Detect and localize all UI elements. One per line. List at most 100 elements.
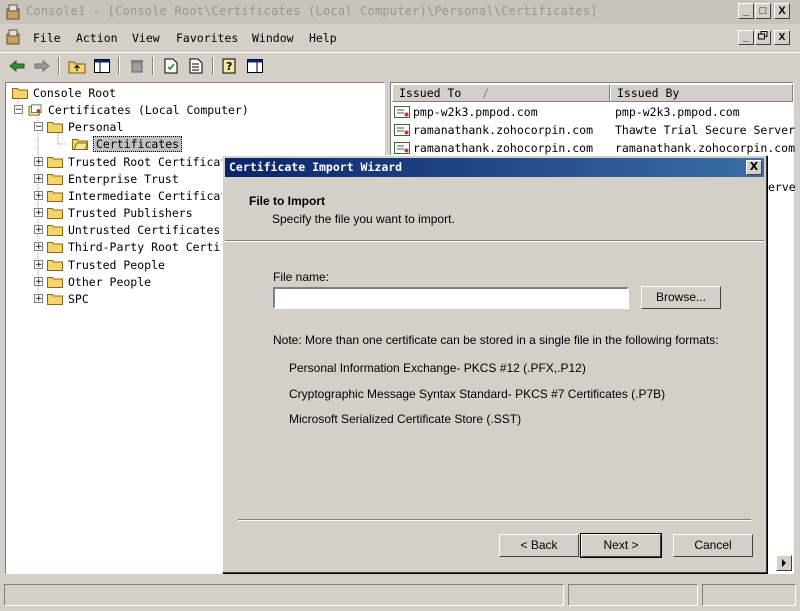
folder-icon bbox=[12, 87, 28, 99]
column-header-issued-by[interactable]: Issued By bbox=[610, 84, 793, 102]
tree-item-label: Trusted Root Certificat bbox=[68, 154, 228, 169]
toolbar-separator bbox=[118, 57, 120, 75]
certificate-icon bbox=[394, 124, 410, 136]
certificate-icon bbox=[394, 106, 410, 118]
mmc-app-icon[interactable] bbox=[4, 3, 22, 21]
scroll-right-arrow-icon bbox=[782, 559, 786, 567]
file-name-input[interactable] bbox=[273, 287, 629, 309]
truncated-issued-by-text: erve bbox=[768, 180, 796, 194]
expand-toggle[interactable]: + bbox=[34, 277, 43, 287]
toolbar-separator bbox=[152, 57, 154, 75]
tree-item-spc[interactable]: + SPC bbox=[34, 290, 89, 307]
expand-toggle[interactable]: + bbox=[34, 191, 43, 201]
folder-open-icon bbox=[47, 121, 63, 133]
sort-indicator: / bbox=[482, 86, 490, 100]
folder-icon bbox=[47, 190, 63, 202]
file-name-label: File name: bbox=[273, 270, 330, 284]
tree-item-certificates[interactable]: Certificates bbox=[72, 135, 183, 152]
certificates-snapin-icon bbox=[28, 103, 42, 116]
toolbar: ? bbox=[0, 52, 800, 79]
tree-item-label: Intermediate Certificat bbox=[68, 188, 228, 203]
expand-toggle[interactable]: + bbox=[34, 157, 43, 167]
folder-icon bbox=[47, 224, 63, 236]
minimize-button[interactable]: _ bbox=[738, 3, 754, 19]
status-cell bbox=[568, 584, 698, 606]
wizard-page-title: File to Import bbox=[249, 194, 325, 208]
tree-item-third-party-root[interactable]: + Third-Party Root Certif bbox=[34, 238, 227, 255]
expand-toggle[interactable]: + bbox=[34, 174, 43, 184]
show-tree-icon[interactable] bbox=[92, 56, 112, 76]
tree-item-untrusted[interactable]: + Untrusted Certificates bbox=[34, 221, 220, 238]
tree-item-label: Trusted Publishers bbox=[68, 205, 193, 220]
menu-action[interactable]: Action bbox=[76, 31, 118, 45]
console-icon[interactable] bbox=[4, 28, 22, 46]
folder-icon bbox=[47, 276, 63, 288]
certificate-icon bbox=[394, 142, 410, 154]
tree-item-other-people[interactable]: + Other People bbox=[34, 273, 151, 290]
tree-item-enterprise-trust[interactable]: + Enterprise Trust bbox=[34, 170, 179, 187]
tree-item-label: Console Root bbox=[33, 85, 117, 100]
collapse-toggle[interactable]: − bbox=[14, 105, 23, 115]
back-button[interactable]: < Back bbox=[499, 534, 579, 557]
tree-item-trusted-root[interactable]: + Trusted Root Certificat bbox=[34, 153, 227, 170]
toolbar-separator bbox=[58, 57, 60, 75]
tree-item-trusted-publishers[interactable]: + Trusted Publishers bbox=[34, 204, 193, 221]
dialog-close-button[interactable]: X bbox=[746, 160, 762, 175]
mdi-close-button[interactable]: X bbox=[774, 30, 790, 45]
up-folder-icon[interactable] bbox=[67, 56, 87, 76]
header-divider bbox=[225, 240, 764, 242]
close-button[interactable]: X bbox=[774, 3, 790, 19]
folder-icon bbox=[47, 293, 63, 305]
next-button[interactable]: Next > bbox=[580, 533, 662, 558]
help-icon[interactable]: ? bbox=[220, 56, 240, 76]
tree-item-label: Personal bbox=[68, 119, 124, 134]
action-pane-icon[interactable] bbox=[245, 56, 265, 76]
wizard-page-subtitle: Specify the file you want to import. bbox=[272, 212, 455, 226]
dialog-title-bar[interactable]: Certificate Import Wizard X bbox=[225, 158, 764, 177]
tree-item-label: Enterprise Trust bbox=[68, 171, 179, 186]
restore-icon bbox=[758, 31, 768, 40]
maximize-button[interactable]: □ bbox=[755, 3, 771, 19]
tree-item-trusted-people[interactable]: + Trusted People bbox=[34, 256, 165, 273]
folder-open-icon bbox=[72, 138, 88, 150]
collapse-toggle[interactable]: − bbox=[34, 122, 43, 132]
certificate-import-wizard-dialog: Certificate Import Wizard X File to Impo… bbox=[222, 155, 767, 573]
mdi-minimize-button[interactable]: _ bbox=[738, 30, 754, 45]
list-item[interactable]: ramanathank.zohocorpin.com bbox=[394, 121, 593, 139]
format-item: Cryptographic Message Syntax Standard- P… bbox=[289, 387, 666, 401]
scroll-right-button[interactable] bbox=[776, 555, 792, 571]
expand-toggle[interactable]: + bbox=[34, 208, 43, 218]
svg-text:?: ? bbox=[226, 60, 232, 73]
tree-item-intermediate[interactable]: + Intermediate Certificat bbox=[34, 187, 227, 204]
cancel-button[interactable]: Cancel bbox=[673, 534, 753, 557]
menu-window[interactable]: Window bbox=[252, 31, 294, 45]
tree-item-label: SPC bbox=[68, 291, 89, 306]
mdi-restore-button[interactable] bbox=[755, 30, 771, 45]
list-item[interactable]: pmp-w2k3.pmpod.com bbox=[394, 103, 538, 121]
expand-toggle[interactable]: + bbox=[34, 225, 43, 235]
issued-to-cell: ramanathank.zohocorpin.com bbox=[413, 141, 594, 155]
menu-file[interactable]: File bbox=[33, 31, 61, 45]
status-bar bbox=[0, 580, 800, 611]
status-cell bbox=[4, 584, 564, 606]
tree-item-label: Trusted People bbox=[68, 257, 165, 272]
tree-item-personal[interactable]: − Personal bbox=[34, 118, 123, 135]
browse-button[interactable]: Browse... bbox=[641, 286, 721, 309]
menu-favorites[interactable]: Favorites bbox=[176, 31, 238, 45]
back-arrow-icon[interactable] bbox=[7, 56, 27, 76]
tree-item-console-root[interactable]: Console Root bbox=[12, 84, 116, 101]
folder-icon bbox=[47, 241, 63, 253]
delete-icon[interactable] bbox=[127, 56, 147, 76]
expand-toggle[interactable]: + bbox=[34, 260, 43, 270]
tree-item-label: Other People bbox=[68, 274, 152, 289]
tree-item-certificates-local[interactable]: − Certificates (Local Computer) bbox=[14, 101, 249, 118]
expand-toggle[interactable]: + bbox=[34, 242, 43, 252]
export-list-icon[interactable] bbox=[186, 56, 206, 76]
properties-icon[interactable] bbox=[161, 56, 181, 76]
expand-toggle[interactable]: + bbox=[34, 294, 43, 304]
menu-help[interactable]: Help bbox=[309, 31, 337, 45]
menu-view[interactable]: View bbox=[132, 31, 160, 45]
column-header-issued-to[interactable]: Issued To / bbox=[392, 84, 610, 102]
dialog-title: Certificate Import Wizard bbox=[229, 160, 403, 174]
forward-arrow-icon[interactable] bbox=[32, 56, 52, 76]
